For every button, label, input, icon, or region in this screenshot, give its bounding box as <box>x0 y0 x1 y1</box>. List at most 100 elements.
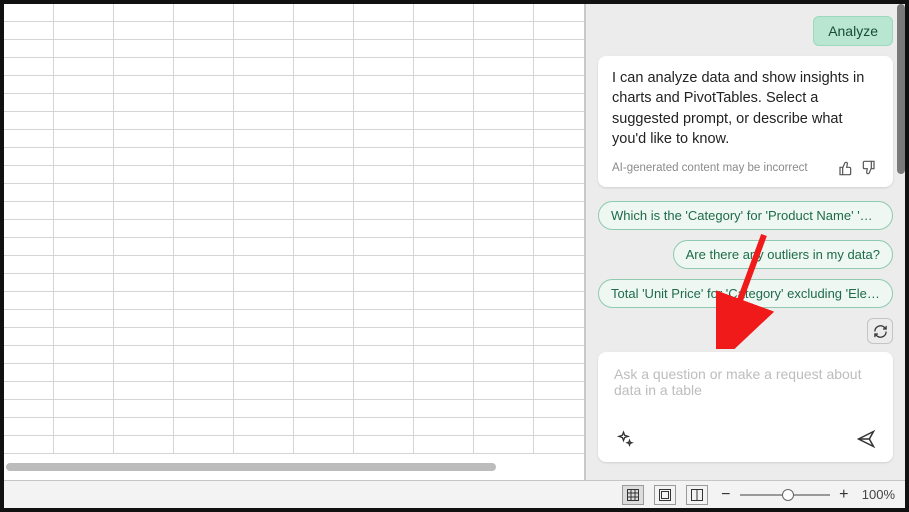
grid-cell[interactable] <box>4 148 54 166</box>
grid-cell[interactable] <box>414 40 474 58</box>
suggestion-chip[interactable]: Are there any outliers in my data? <box>673 240 893 269</box>
grid-cell[interactable] <box>294 166 354 184</box>
grid-cell[interactable] <box>534 364 585 382</box>
grid-cell[interactable] <box>414 310 474 328</box>
grid-cell[interactable] <box>234 40 294 58</box>
grid-cell[interactable] <box>234 166 294 184</box>
grid-cell[interactable] <box>4 130 54 148</box>
grid-cell[interactable] <box>354 328 414 346</box>
grid-cell[interactable] <box>114 346 174 364</box>
grid-cell[interactable] <box>474 310 534 328</box>
grid-cell[interactable] <box>234 274 294 292</box>
grid-cell[interactable] <box>174 256 234 274</box>
grid-cell[interactable] <box>54 436 114 454</box>
grid-cell[interactable] <box>234 400 294 418</box>
grid-cell[interactable] <box>294 184 354 202</box>
grid-cell[interactable] <box>294 346 354 364</box>
grid-cell[interactable] <box>354 256 414 274</box>
grid-cell[interactable] <box>174 274 234 292</box>
grid-cell[interactable] <box>114 310 174 328</box>
view-normal-button[interactable] <box>622 485 644 505</box>
grid-cell[interactable] <box>234 346 294 364</box>
grid-cell[interactable] <box>114 382 174 400</box>
grid-cell[interactable] <box>234 328 294 346</box>
grid-cell[interactable] <box>54 274 114 292</box>
grid-cell[interactable] <box>474 292 534 310</box>
grid-cell[interactable] <box>294 382 354 400</box>
grid-cell[interactable] <box>174 184 234 202</box>
grid-cell[interactable] <box>474 112 534 130</box>
grid-cell[interactable] <box>54 400 114 418</box>
grid-cell[interactable] <box>474 436 534 454</box>
grid-cell[interactable] <box>354 382 414 400</box>
grid-cell[interactable] <box>414 148 474 166</box>
grid-cell[interactable] <box>414 274 474 292</box>
refresh-suggestions-button[interactable] <box>867 318 893 344</box>
grid-cell[interactable] <box>4 76 54 94</box>
grid-cell[interactable] <box>4 40 54 58</box>
grid-cell[interactable] <box>414 400 474 418</box>
grid-cell[interactable] <box>414 130 474 148</box>
grid-cell[interactable] <box>414 94 474 112</box>
grid-cell[interactable] <box>234 130 294 148</box>
send-button[interactable] <box>853 426 879 452</box>
grid-cell[interactable] <box>234 202 294 220</box>
grid-cell[interactable] <box>354 58 414 76</box>
grid-cell[interactable] <box>474 4 534 22</box>
grid-cell[interactable] <box>114 112 174 130</box>
grid-cell[interactable] <box>354 4 414 22</box>
grid-cell[interactable] <box>174 4 234 22</box>
grid-cell[interactable] <box>534 274 585 292</box>
grid-cell[interactable] <box>234 220 294 238</box>
grid-cell[interactable] <box>294 418 354 436</box>
prompt-input[interactable] <box>612 364 879 418</box>
grid-cell[interactable] <box>174 418 234 436</box>
grid-cell[interactable] <box>534 256 585 274</box>
grid-cell[interactable] <box>174 166 234 184</box>
thumbs-up-icon[interactable] <box>835 157 857 179</box>
grid-cell[interactable] <box>534 382 585 400</box>
grid-cell[interactable] <box>114 76 174 94</box>
grid-cell[interactable] <box>414 256 474 274</box>
grid-cell[interactable] <box>414 184 474 202</box>
grid-cell[interactable] <box>534 328 585 346</box>
grid-cell[interactable] <box>54 310 114 328</box>
grid-cell[interactable] <box>54 130 114 148</box>
grid-cell[interactable] <box>294 400 354 418</box>
grid-cell[interactable] <box>354 22 414 40</box>
grid-cell[interactable] <box>534 76 585 94</box>
grid-cell[interactable] <box>474 418 534 436</box>
grid-cell[interactable] <box>474 22 534 40</box>
grid-cell[interactable] <box>234 112 294 130</box>
grid-cell[interactable] <box>114 364 174 382</box>
grid-cell[interactable] <box>534 148 585 166</box>
grid-cell[interactable] <box>4 292 54 310</box>
grid-cell[interactable] <box>4 94 54 112</box>
grid-cell[interactable] <box>474 40 534 58</box>
grid-cell[interactable] <box>294 22 354 40</box>
grid-cell[interactable] <box>474 94 534 112</box>
grid-cell[interactable] <box>54 220 114 238</box>
grid-cell[interactable] <box>474 202 534 220</box>
grid-cell[interactable] <box>4 400 54 418</box>
grid-cell[interactable] <box>294 76 354 94</box>
grid-cell[interactable] <box>414 418 474 436</box>
grid-cell[interactable] <box>534 130 585 148</box>
grid-cell[interactable] <box>114 22 174 40</box>
grid-cell[interactable] <box>114 166 174 184</box>
grid-cell[interactable] <box>114 94 174 112</box>
grid-cell[interactable] <box>474 130 534 148</box>
zoom-slider-thumb[interactable] <box>782 489 794 501</box>
grid-cell[interactable] <box>174 202 234 220</box>
grid-cell[interactable] <box>294 310 354 328</box>
grid-cell[interactable] <box>294 256 354 274</box>
grid-cell[interactable] <box>414 112 474 130</box>
grid-cell[interactable] <box>4 22 54 40</box>
grid-cell[interactable] <box>114 202 174 220</box>
grid-cell[interactable] <box>414 382 474 400</box>
grid-cell[interactable] <box>54 328 114 346</box>
grid-cell[interactable] <box>174 292 234 310</box>
grid-cell[interactable] <box>114 436 174 454</box>
grid-cell[interactable] <box>174 220 234 238</box>
grid-cell[interactable] <box>474 346 534 364</box>
